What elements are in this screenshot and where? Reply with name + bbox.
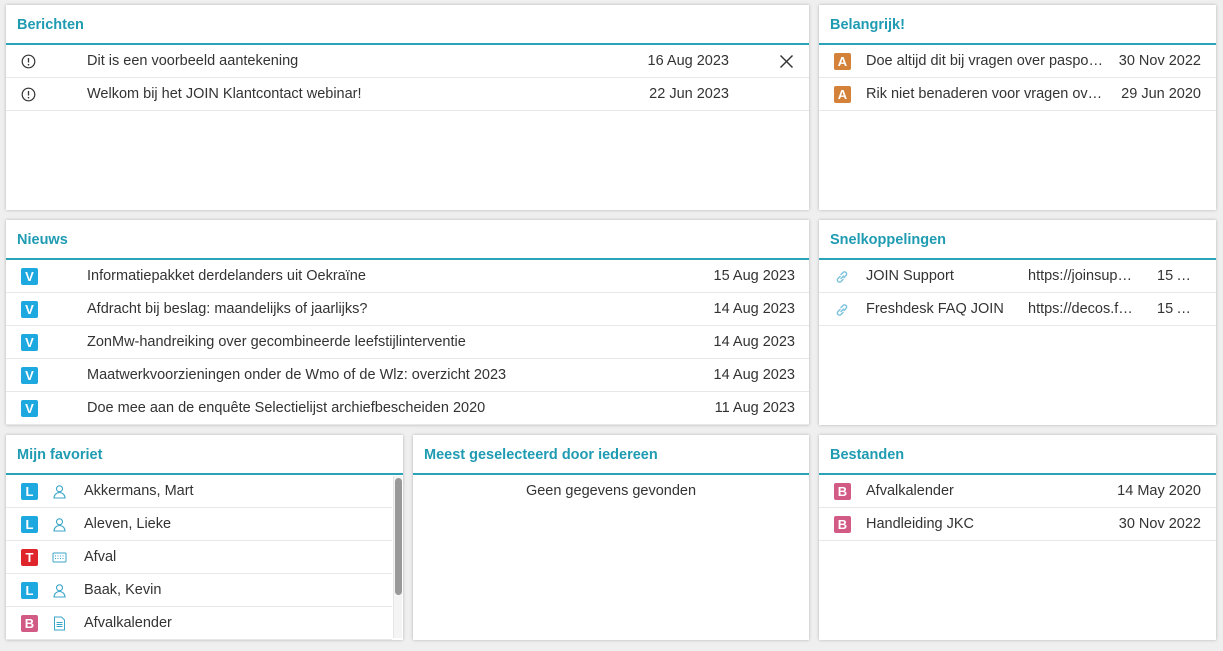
shortcut-name: Freshdesk FAQ JOIN <box>866 301 1004 317</box>
badge-a-icon: A <box>834 53 851 70</box>
meest-header: Meest geselecteerd door iedereen <box>413 435 809 475</box>
link-icon <box>834 302 850 322</box>
file-name: Afvalkalender <box>866 483 954 499</box>
favoriet-panel: Mijn favoriet L Akkermans, Mart L Aleven… <box>6 435 403 640</box>
favoriet-header: Mijn favoriet <box>6 435 403 475</box>
badge-v-icon: V <box>21 301 38 318</box>
news-row[interactable]: V Doe mee aan de enquête Selectielijst a… <box>6 392 809 425</box>
item-date: 29 Jun 2020 <box>1121 86 1201 102</box>
message-date: 22 Jun 2023 <box>649 86 729 102</box>
favorite-text: Akkermans, Mart <box>84 483 194 499</box>
news-text: Doe mee aan de enquête Selectielijst arc… <box>87 400 486 416</box>
badge-l-icon: L <box>21 483 38 500</box>
badge-t-icon: T <box>21 549 38 566</box>
close-icon[interactable] <box>779 54 794 73</box>
favorite-text: Afvalkalender <box>84 615 172 631</box>
news-date: 14 Aug 2023 <box>713 334 795 350</box>
berichten-panel: Berichten Dit is een voorbeeld aantekeni… <box>6 5 809 210</box>
badge-l-icon: L <box>21 582 38 599</box>
panel-title: Bestanden <box>830 447 905 463</box>
belangrijk-header: Belangrijk! <box>819 5 1216 45</box>
news-text: ZonMw-handreiking over gecombineerde lee… <box>87 334 466 350</box>
info-circle-icon <box>21 54 36 73</box>
link-icon <box>834 269 850 289</box>
panel-title: Belangrijk! <box>830 17 905 33</box>
scrollbar[interactable] <box>393 476 402 638</box>
news-text: Afdracht bij beslag: maandelijks of jaar… <box>87 301 368 317</box>
item-text: Doe altijd dit bij vragen over paspoorte… <box>866 53 1104 69</box>
news-date: 15 Aug 2023 <box>713 268 795 284</box>
panel-title: Mijn favoriet <box>17 447 103 463</box>
empty-message: Geen gegevens gevonden <box>525 483 697 499</box>
shortcut-row[interactable]: JOIN Support https://joinsupport.decos.c… <box>819 260 1216 293</box>
info-circle-icon <box>21 87 36 106</box>
news-row[interactable]: V Maatwerkvoorzieningen onder de Wmo of … <box>6 359 809 392</box>
document-icon <box>53 616 66 635</box>
message-text: Dit is een voorbeeld aantekening <box>87 53 299 69</box>
message-row[interactable]: Welkom bij het JOIN Klantcontact webinar… <box>6 78 809 111</box>
panel-title: Nieuws <box>17 232 68 248</box>
badge-a-icon: A <box>834 86 851 103</box>
shortcut-date: 15 Aug 2023 <box>1157 268 1195 284</box>
badge-b-icon: B <box>21 615 38 632</box>
news-row[interactable]: V ZonMw-handreiking over gecombineerde l… <box>6 326 809 359</box>
list-item[interactable]: A Rik niet benaderen voor vragen over af… <box>819 78 1216 111</box>
news-text: Maatwerkvoorzieningen onder de Wmo of de… <box>87 367 507 383</box>
file-row[interactable]: B Afvalkalender 14 May 2020 <box>819 475 1216 508</box>
bestanden-header: Bestanden <box>819 435 1216 475</box>
news-row[interactable]: V Afdracht bij beslag: maandelijks of ja… <box>6 293 809 326</box>
file-date: 14 May 2020 <box>1117 483 1201 499</box>
nieuws-panel: Nieuws V Informatiepakket derdelanders u… <box>6 220 809 425</box>
panel-title: Berichten <box>17 17 84 33</box>
message-date: 16 Aug 2023 <box>647 53 729 69</box>
message-row[interactable]: Dit is een voorbeeld aantekening 16 Aug … <box>6 45 809 78</box>
file-date: 30 Nov 2022 <box>1118 516 1201 532</box>
news-date: 14 Aug 2023 <box>713 301 795 317</box>
meest-panel: Meest geselecteerd door iedereen Geen ge… <box>413 435 809 640</box>
badge-v-icon: V <box>21 400 38 417</box>
news-row[interactable]: V Informatiepakket derdelanders uit Oekr… <box>6 260 809 293</box>
badge-v-icon: V <box>21 367 38 384</box>
badge-b-icon: B <box>834 483 851 500</box>
snelkoppelingen-panel: Snelkoppelingen JOIN Support https://joi… <box>819 220 1216 425</box>
shortcut-date: 15 Aug 2023 <box>1157 301 1195 317</box>
nieuws-header: Nieuws <box>6 220 809 260</box>
panel-title: Meest geselecteerd door iedereen <box>424 447 658 463</box>
favorite-text: Baak, Kevin <box>84 582 162 598</box>
favorite-row[interactable]: L Aleven, Lieke <box>6 508 392 541</box>
item-date: 30 Nov 2022 <box>1118 53 1201 69</box>
file-name: Handleiding JKC <box>866 516 975 532</box>
favorite-row[interactable]: L Akkermans, Mart <box>6 475 392 508</box>
panel-title: Snelkoppelingen <box>830 232 947 248</box>
belangrijk-panel: Belangrijk! A Doe altijd dit bij vragen … <box>819 5 1216 210</box>
person-icon <box>52 583 67 602</box>
news-date: 14 Aug 2023 <box>713 367 795 383</box>
favorite-text: Afval <box>84 549 117 565</box>
file-row[interactable]: B Handleiding JKC 30 Nov 2022 <box>819 508 1216 541</box>
badge-l-icon: L <box>21 516 38 533</box>
shortcut-url[interactable]: https://decos.freshdesk.com <box>1028 301 1136 317</box>
favorite-row[interactable]: T Afval <box>6 541 392 574</box>
shortcut-name: JOIN Support <box>866 268 954 284</box>
item-text: Rik niet benaderen voor vragen over afva… <box>866 86 1104 102</box>
snelkoppelingen-header: Snelkoppelingen <box>819 220 1216 260</box>
message-text: Welkom bij het JOIN Klantcontact webinar… <box>87 86 362 102</box>
person-icon <box>52 517 67 536</box>
shortcut-url[interactable]: https://joinsupport.decos.com <box>1028 268 1136 284</box>
person-icon <box>52 484 67 503</box>
favorite-row[interactable]: L Baak, Kevin <box>6 574 392 607</box>
badge-b-icon: B <box>834 516 851 533</box>
news-text: Informatiepakket derdelanders uit Oekraï… <box>87 268 366 284</box>
favorite-text: Aleven, Lieke <box>84 516 172 532</box>
berichten-header: Berichten <box>6 5 809 45</box>
keyboard-icon <box>52 551 67 568</box>
list-item[interactable]: A Doe altijd dit bij vragen over paspoor… <box>819 45 1216 78</box>
badge-v-icon: V <box>21 334 38 351</box>
scrollbar-thumb[interactable] <box>395 478 402 595</box>
bestanden-panel: Bestanden B Afvalkalender 14 May 2020 B … <box>819 435 1216 640</box>
news-date: 11 Aug 2023 <box>714 400 795 416</box>
favorite-row[interactable]: B Afvalkalender <box>6 607 392 640</box>
badge-v-icon: V <box>21 268 38 285</box>
shortcut-row[interactable]: Freshdesk FAQ JOIN https://decos.freshde… <box>819 293 1216 326</box>
